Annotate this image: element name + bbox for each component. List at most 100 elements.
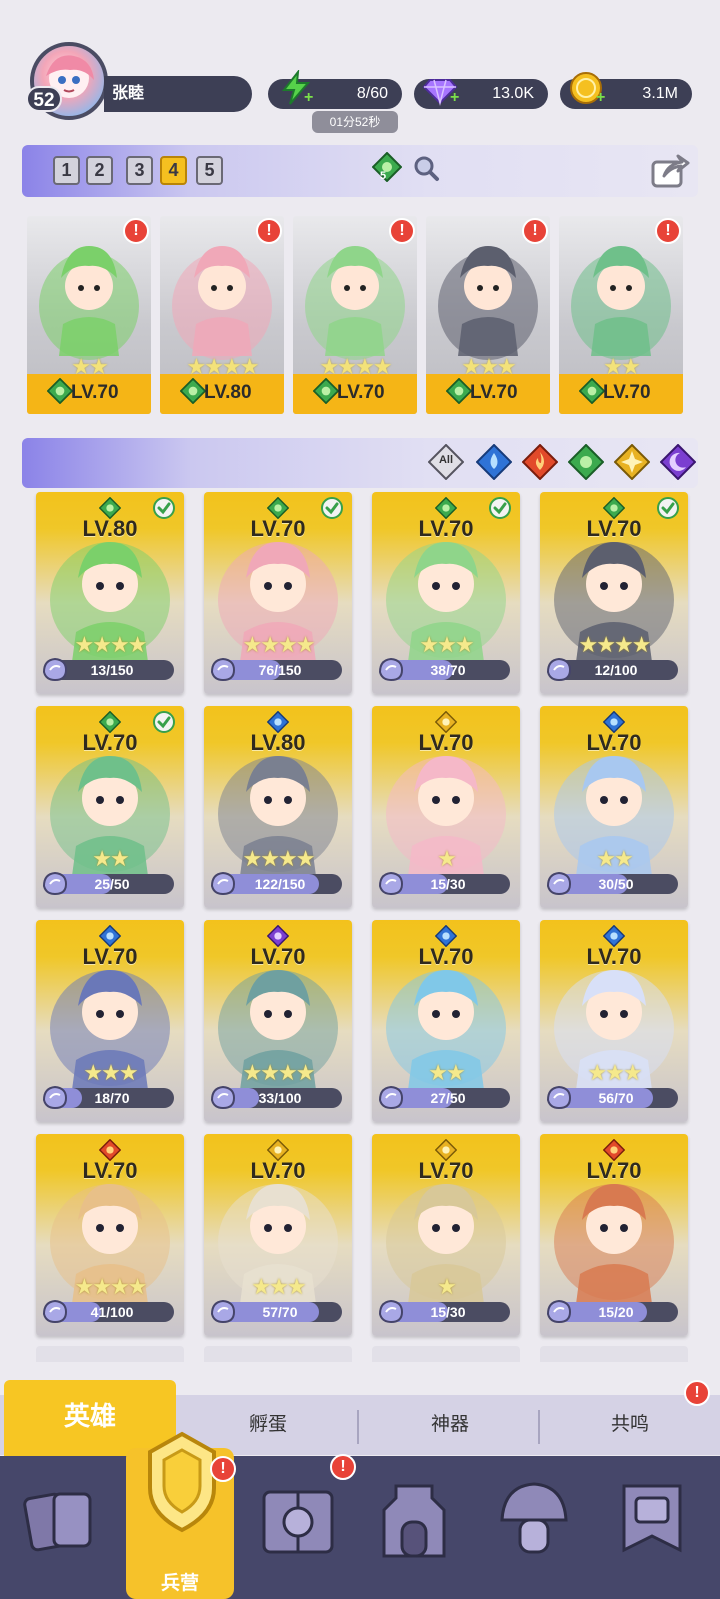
hero-level: LV.70 bbox=[586, 730, 642, 755]
hero-card[interactable]: LV.70 ★★ 25/50 bbox=[36, 706, 184, 908]
check-icon bbox=[152, 496, 176, 520]
hero-card[interactable]: LV.70 ★★★ 57/70 bbox=[204, 1134, 352, 1336]
game-screen: { "player": {"level": "52", "name": "张睦"… bbox=[0, 0, 720, 1599]
gem-plus-icon[interactable]: + bbox=[450, 90, 462, 106]
team-tab-4[interactable]: 4 bbox=[160, 156, 187, 185]
check-icon bbox=[320, 496, 344, 520]
hero-level: LV.70 bbox=[250, 944, 306, 969]
filter-all-label: All bbox=[438, 454, 454, 466]
team-tab-5[interactable]: 5 bbox=[196, 156, 223, 185]
energy-plus-icon[interactable]: + bbox=[304, 90, 316, 106]
hero-card-partial bbox=[372, 1346, 520, 1362]
nav-banner-icon[interactable] bbox=[612, 1470, 692, 1566]
water-filter-icon[interactable] bbox=[475, 443, 513, 481]
wood-element-icon bbox=[312, 377, 340, 405]
tab-divider bbox=[357, 1410, 359, 1444]
hero-card[interactable]: LV.70 ★★★ 38/70 bbox=[372, 492, 520, 694]
lineup-hero-card[interactable]: ★★★★ LV.70 ! bbox=[293, 216, 417, 414]
lineup-hero-card[interactable]: ★★ LV.70 ! bbox=[27, 216, 151, 414]
hero-card[interactable]: LV.70 ★★★ 56/70 bbox=[540, 920, 688, 1122]
hero-card[interactable]: LV.70 ★★★★ 76/150 bbox=[204, 492, 352, 694]
hero-card[interactable]: LV.70 ★★★★ 33/100 bbox=[204, 920, 352, 1122]
team-element-icon bbox=[371, 151, 403, 184]
hero-level: LV.70 bbox=[586, 1158, 642, 1183]
shard-icon bbox=[376, 1082, 406, 1112]
wood-element-icon bbox=[179, 377, 207, 405]
hero-card[interactable]: LV.70 ★★★ 18/70 bbox=[36, 920, 184, 1122]
fire-filter-icon[interactable] bbox=[521, 443, 559, 481]
hero-card-partial bbox=[540, 1346, 688, 1362]
hero-card-partial bbox=[36, 1346, 184, 1362]
shard-icon bbox=[208, 1296, 238, 1326]
shard-icon bbox=[544, 654, 574, 684]
nav-barracks-icon bbox=[140, 1430, 224, 1533]
hero-level: LV.70 bbox=[418, 944, 474, 969]
hero-card[interactable]: LV.70 ★★ 30/50 bbox=[540, 706, 688, 908]
tab-artifact[interactable]: 神器 bbox=[360, 1395, 540, 1455]
wood-element-icon bbox=[46, 377, 74, 405]
team-tab-2[interactable]: 2 bbox=[86, 156, 113, 185]
hero-card[interactable]: LV.70 ★★★★ 12/100 bbox=[540, 492, 688, 694]
player-name[interactable]: 张睦 bbox=[104, 76, 252, 112]
gold-plus-icon[interactable]: + bbox=[596, 90, 608, 106]
hero-card[interactable]: LV.70 15/20 bbox=[540, 1134, 688, 1336]
check-icon bbox=[152, 710, 176, 734]
hero-level: LV.70 bbox=[250, 1158, 306, 1183]
shard-icon bbox=[40, 654, 70, 684]
lineup-hero-level: LV.70 bbox=[603, 382, 651, 403]
shard-icon bbox=[40, 1082, 70, 1112]
shard-icon bbox=[376, 868, 406, 898]
team-element-count: 5 bbox=[380, 170, 387, 182]
hero-card[interactable]: LV.70 ★ 15/30 bbox=[372, 706, 520, 908]
nav-castle-icon[interactable] bbox=[374, 1470, 454, 1566]
hero-card[interactable]: LV.80 ★★★★ 122/150 bbox=[204, 706, 352, 908]
check-icon bbox=[656, 496, 680, 520]
shard-icon bbox=[40, 1296, 70, 1326]
hero-portrait bbox=[540, 1164, 688, 1304]
alert-icon: ! bbox=[389, 218, 415, 244]
player-level-badge: 52 bbox=[26, 86, 62, 112]
shard-icon bbox=[544, 1296, 574, 1326]
lineup-hero-level: LV.70 bbox=[337, 382, 385, 403]
alert-icon: ! bbox=[655, 218, 681, 244]
shard-icon bbox=[376, 654, 406, 684]
hero-level: LV.80 bbox=[250, 730, 306, 755]
team-tab-3[interactable]: 3 bbox=[126, 156, 153, 185]
hero-card[interactable]: LV.70 ★ 15/30 bbox=[372, 1134, 520, 1336]
shard-icon bbox=[40, 868, 70, 898]
team-bar bbox=[22, 145, 698, 197]
shard-icon bbox=[208, 654, 238, 684]
hero-level: LV.70 bbox=[418, 1158, 474, 1183]
share-icon[interactable] bbox=[650, 150, 690, 190]
shard-icon bbox=[376, 1296, 406, 1326]
lineup-hero-level: LV.70 bbox=[71, 382, 119, 403]
resonance-alert-icon: ! bbox=[684, 1380, 710, 1406]
light-filter-icon[interactable] bbox=[613, 443, 651, 481]
wood-filter-icon[interactable] bbox=[567, 443, 605, 481]
shard-icon bbox=[544, 1082, 574, 1112]
shard-icon bbox=[208, 1082, 238, 1112]
check-icon bbox=[488, 496, 512, 520]
search-icon[interactable] bbox=[412, 154, 440, 182]
hero-level: LV.70 bbox=[82, 1158, 138, 1183]
nav-mushroom-icon[interactable] bbox=[494, 1470, 574, 1566]
hero-level: LV.70 bbox=[586, 944, 642, 969]
energy-value: 8/60 bbox=[356, 85, 388, 102]
nav-book-icon[interactable] bbox=[258, 1470, 338, 1566]
gold-value: 3.1M bbox=[642, 85, 678, 102]
lineup-hero-card[interactable]: ★★ LV.70 ! bbox=[559, 216, 683, 414]
hero-card-partial bbox=[204, 1346, 352, 1362]
wood-element-icon bbox=[445, 377, 473, 405]
team-tab-1[interactable]: 1 bbox=[53, 156, 80, 185]
lineup-hero-card[interactable]: ★★★ LV.70 ! bbox=[426, 216, 550, 414]
hero-card[interactable]: LV.70 ★★ 27/50 bbox=[372, 920, 520, 1122]
wood-element-icon bbox=[578, 377, 606, 405]
hero-card[interactable]: LV.80 ★★★★ 13/150 bbox=[36, 492, 184, 694]
lineup-hero-card[interactable]: ★★★★ LV.80 ! bbox=[160, 216, 284, 414]
hero-card[interactable]: LV.70 ★★★★ 41/100 bbox=[36, 1134, 184, 1336]
lineup-hero-level: LV.80 bbox=[204, 382, 252, 403]
alert-icon: ! bbox=[522, 218, 548, 244]
nav-cards-icon[interactable] bbox=[22, 1470, 102, 1566]
dark-filter-icon[interactable] bbox=[659, 443, 697, 481]
shard-icon bbox=[208, 868, 238, 898]
